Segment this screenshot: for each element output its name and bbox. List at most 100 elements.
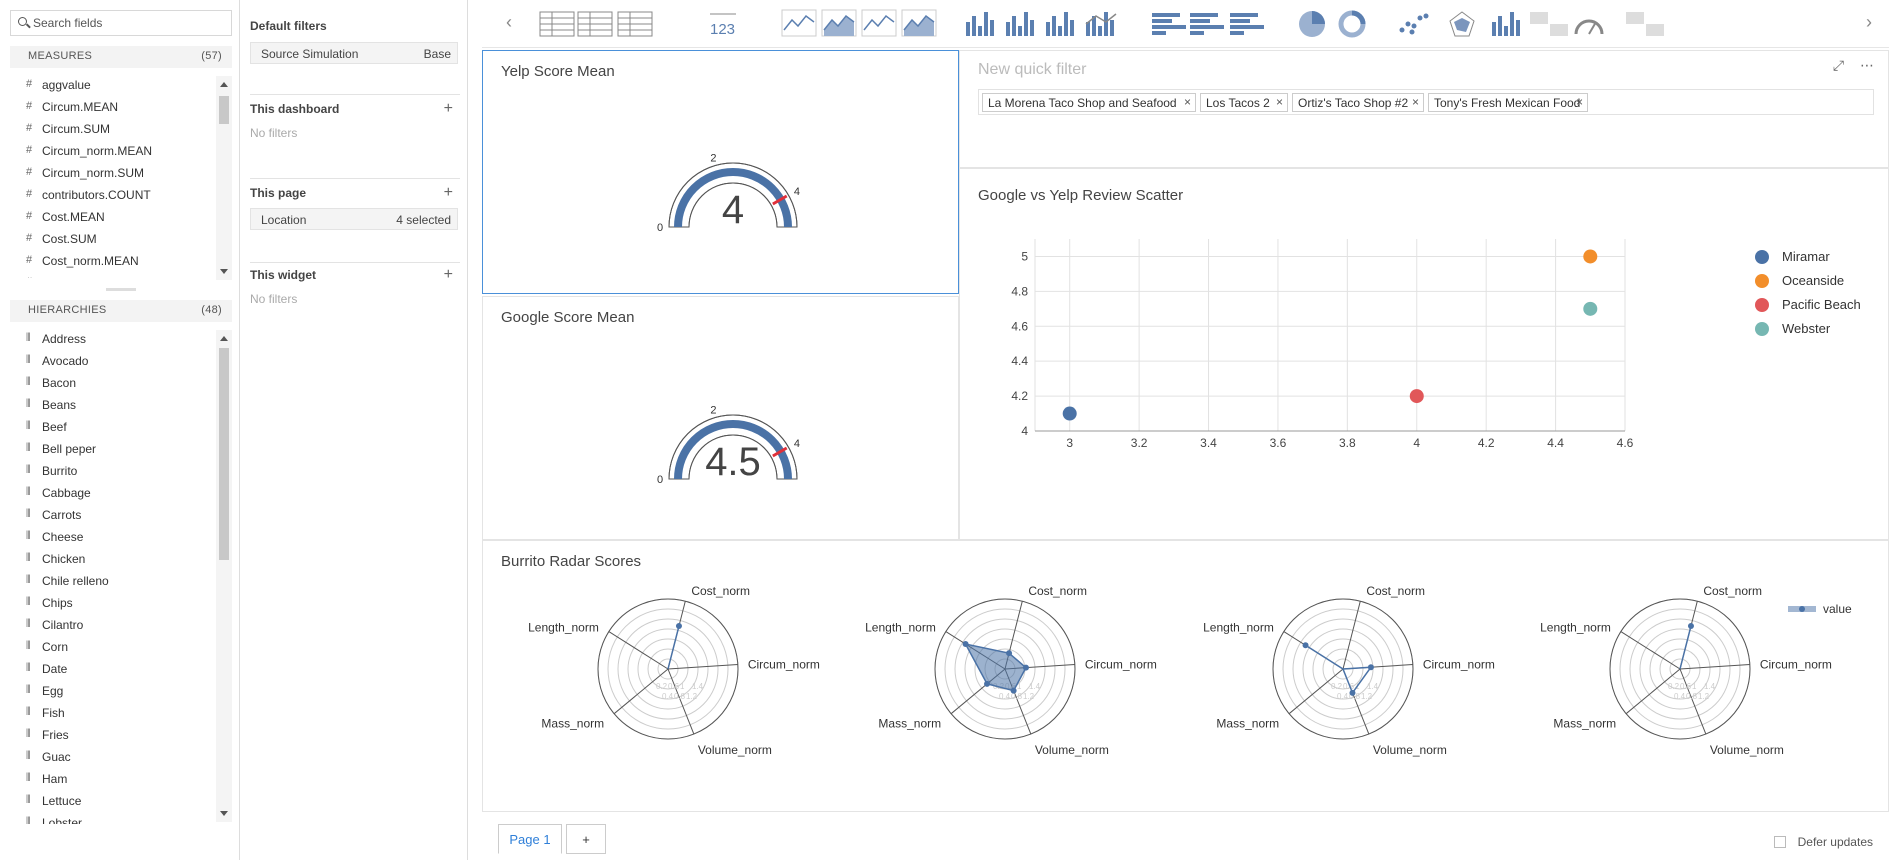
defer-updates[interactable]: Defer updates xyxy=(1773,835,1873,849)
measures-scrollbar[interactable] xyxy=(216,76,232,280)
defer-updates-checkbox[interactable] xyxy=(1773,836,1786,848)
field-item[interactable]: ⫴ Burrito xyxy=(10,460,216,482)
quick-filter-chip[interactable]: Tony's Fresh Mexican Food × xyxy=(1428,93,1588,112)
table-icon[interactable] xyxy=(617,11,653,37)
widget-quick-filter[interactable]: New quick filter ⤢ ⋯ La Morena Taco Shop… xyxy=(959,50,1889,168)
widget-google-gauge[interactable]: Google Score Mean 0 2 4 4.5 xyxy=(482,296,959,540)
panel-resize-handle[interactable] xyxy=(106,288,136,291)
field-item[interactable]: # Cost_norm.MEAN xyxy=(10,250,216,272)
scatter-chart-icon[interactable] xyxy=(1399,13,1429,35)
quick-filter-chip[interactable]: La Morena Taco Shop and Seafood × xyxy=(982,93,1196,112)
field-item[interactable]: ⫴ Chips xyxy=(10,592,216,614)
field-item[interactable]: ⫴ Bacon xyxy=(10,372,216,394)
search-input[interactable]: Search fields xyxy=(10,10,232,36)
more-options-icon[interactable]: ⋯ xyxy=(1860,57,1874,73)
pivot-table-icon[interactable] xyxy=(539,11,575,37)
field-item[interactable]: ⫴ Beef xyxy=(10,416,216,438)
field-item[interactable]: # Circum_norm.SUM xyxy=(10,162,216,184)
field-item[interactable]: ⫴ Fish xyxy=(10,702,216,724)
expand-icon[interactable]: ⤢ xyxy=(1833,57,1844,73)
field-item[interactable]: # Cost.MEAN xyxy=(10,206,216,228)
remove-chip-icon[interactable]: × xyxy=(1576,95,1583,109)
add-widget-filter-icon[interactable]: + xyxy=(444,267,453,283)
field-item[interactable]: ⫴ Egg xyxy=(10,680,216,702)
scroll-up-icon[interactable] xyxy=(220,336,228,341)
area-chart-icon[interactable] xyxy=(821,9,857,37)
toolbar-next-icon[interactable]: › xyxy=(1866,12,1872,33)
radar-ring-label: 1 xyxy=(1692,682,1697,691)
quick-filter-input[interactable]: La Morena Taco Shop and Seafood × Los Taco… xyxy=(978,89,1874,115)
scroll-thumb[interactable] xyxy=(219,348,229,560)
donut-chart-icon[interactable] xyxy=(1338,10,1366,38)
hierarchies-scrollbar[interactable] xyxy=(216,330,232,822)
stacked-line-icon[interactable] xyxy=(861,9,897,37)
field-item[interactable]: # Cost.SUM xyxy=(10,228,216,250)
radar-spoke xyxy=(667,668,695,735)
field-item[interactable]: # Circum.MEAN xyxy=(10,96,216,118)
field-item[interactable]: ⫴ Date xyxy=(10,658,216,680)
scroll-down-icon[interactable] xyxy=(220,811,228,816)
scroll-down-icon[interactable] xyxy=(220,269,228,274)
widget-scatter[interactable]: Google vs Yelp Review Scatter 3 3.2 3.4 3.6… xyxy=(959,168,1889,540)
remove-chip-icon[interactable]: × xyxy=(1184,95,1191,109)
stacked-area-icon[interactable] xyxy=(901,9,937,37)
field-item[interactable]: ⫴ Bell peper xyxy=(10,438,216,460)
pie-chart-icon[interactable] xyxy=(1299,11,1325,37)
bullet-chart-icon[interactable] xyxy=(1530,12,1568,36)
add-page-filter-icon[interactable]: + xyxy=(444,185,453,201)
tree-table-icon[interactable] xyxy=(577,11,613,37)
field-item[interactable]: ⫴ Cheese xyxy=(10,526,216,548)
field-item[interactable]: ⫴ Chile relleno xyxy=(10,570,216,592)
field-item[interactable]: # aggvalue xyxy=(10,74,216,96)
layout-icon[interactable] xyxy=(1626,12,1664,36)
radar-axis-label: Circum_norm xyxy=(1423,658,1495,672)
field-item[interactable]: ⫴ Carrots xyxy=(10,504,216,526)
scroll-up-icon[interactable] xyxy=(220,82,228,87)
filter-chip-location[interactable]: Location 4 selected xyxy=(250,208,458,230)
clustered-column-icon[interactable] xyxy=(1006,12,1034,36)
add-dashboard-filter-icon[interactable]: + xyxy=(444,101,453,117)
quick-filter-chip[interactable]: Ortiz's Taco Shop #2 × xyxy=(1292,93,1424,112)
measures-header[interactable]: MEASURES (57) xyxy=(10,46,232,68)
hierarchies-header[interactable]: HIERARCHIES (48) xyxy=(10,300,232,322)
field-item[interactable]: # Circum_norm.MEAN xyxy=(10,140,216,162)
field-item[interactable]: ⫴ Chicken xyxy=(10,548,216,570)
combo-chart-icon[interactable] xyxy=(1085,12,1117,36)
field-item[interactable]: ⫴ Lobster xyxy=(10,812,216,824)
field-item[interactable]: ⫴ Cabbage xyxy=(10,482,216,504)
filter-chip-source-simulation[interactable]: Source Simulation Base xyxy=(250,42,458,64)
line-chart-icon[interactable] xyxy=(781,9,817,37)
quick-filter-chip[interactable]: Los Tacos 2 × xyxy=(1200,93,1288,112)
clustered-bar-icon[interactable] xyxy=(1190,13,1224,35)
field-item[interactable]: ⫴ Beans xyxy=(10,394,216,416)
widget-yelp-gauge[interactable]: Yelp Score Mean 0244 xyxy=(482,50,959,294)
tab-page-1[interactable]: Page 1 xyxy=(498,824,562,854)
waterfall-icon[interactable] xyxy=(1492,12,1520,36)
radar-chart-icon[interactable] xyxy=(1449,11,1475,37)
field-item[interactable]: ⫴ Ham xyxy=(10,768,216,790)
field-item[interactable]: ⫴ Guac xyxy=(10,746,216,768)
stacked-bar-icon[interactable] xyxy=(1230,13,1264,35)
scroll-thumb[interactable] xyxy=(219,96,229,124)
remove-chip-icon[interactable]: × xyxy=(1412,95,1419,109)
field-item[interactable]: ⫴ Fries xyxy=(10,724,216,746)
kpi-icon[interactable]: 123 xyxy=(710,13,736,38)
radar-axis-label: Cost_norm xyxy=(1703,584,1762,598)
field-item[interactable]: # contributors.COUNT xyxy=(10,184,216,206)
field-item[interactable]: ⫴ Cilantro xyxy=(10,614,216,636)
column-chart-icon[interactable] xyxy=(966,12,994,36)
widget-radar[interactable]: Burrito Radar Scores Cost_norm Circum_nor… xyxy=(482,540,1889,812)
gauge-icon[interactable] xyxy=(1574,19,1604,35)
kpi-label: 123 xyxy=(710,21,735,38)
add-page-button[interactable]: + xyxy=(566,824,606,854)
field-item[interactable]: ⫴ Avocado xyxy=(10,350,216,372)
chip-label: Tony's Fresh Mexican Food xyxy=(1434,96,1581,110)
field-item[interactable]: #Cost_norm.SUM xyxy=(10,272,216,278)
bar-chart-icon[interactable] xyxy=(1152,13,1186,35)
field-item[interactable]: ⫴ Lettuce xyxy=(10,790,216,812)
field-item[interactable]: ⫴ Address xyxy=(10,328,216,350)
field-item[interactable]: # Circum.SUM xyxy=(10,118,216,140)
stacked-column-icon[interactable] xyxy=(1046,12,1074,36)
field-item[interactable]: ⫴ Corn xyxy=(10,636,216,658)
remove-chip-icon[interactable]: × xyxy=(1276,95,1283,109)
